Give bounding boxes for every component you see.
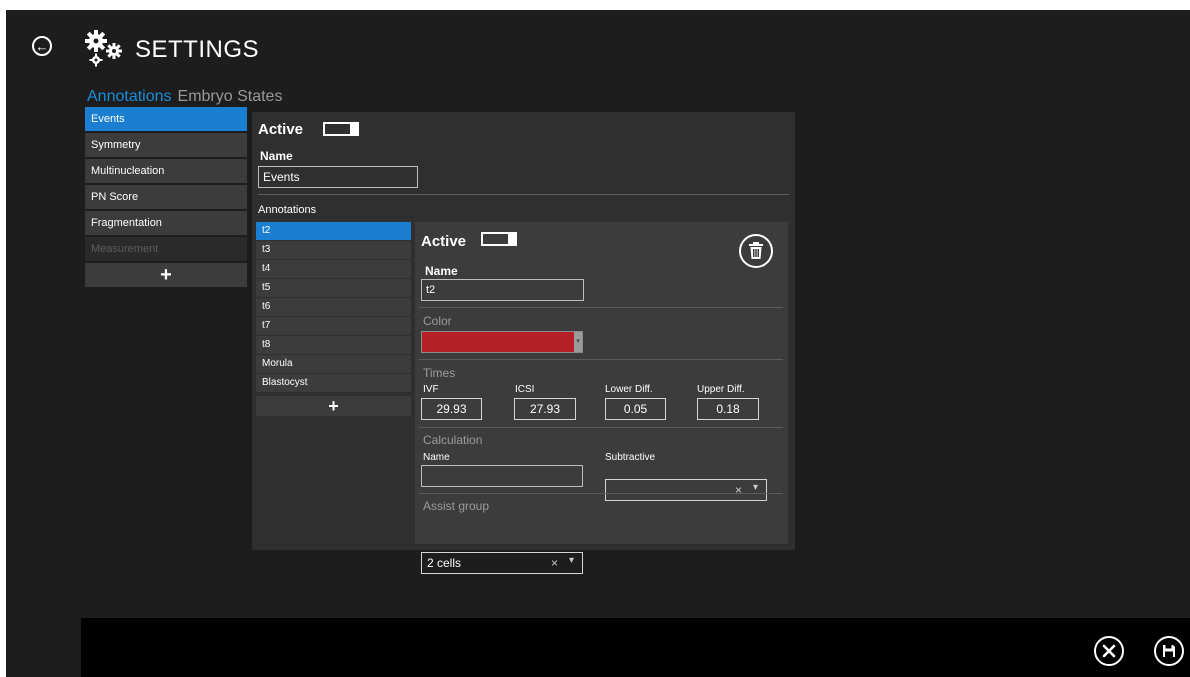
list-item[interactable]: t5 <box>256 279 411 297</box>
divider <box>258 194 789 195</box>
annotation-detail-panel: Active Name t2 Color ▾ Times IVF 29.93 I… <box>415 222 788 574</box>
main-panel: Active Name Events Annotations t2 t3 t4 … <box>252 112 795 574</box>
floppy-disk-icon <box>1163 645 1175 657</box>
times-label: Times <box>423 366 456 380</box>
sidebar-item-pn-score[interactable]: PN Score <box>85 185 247 209</box>
icsi-field[interactable]: 27.93 <box>514 398 576 420</box>
sidebar: Events Symmetry Multinucleation PN Score… <box>85 107 247 287</box>
chevron-down-icon[interactable]: ▾ <box>753 478 758 498</box>
lower-diff-label: Lower Diff. <box>605 384 653 395</box>
sidebar-item-events[interactable]: Events <box>85 107 247 131</box>
ivf-label: IVF <box>423 384 439 395</box>
close-icon <box>1102 644 1116 658</box>
settings-window: ← SETTINGS Annotations Embryo States Eve… <box>6 10 1190 677</box>
assist-group-value: 2 cells <box>427 556 462 570</box>
trash-icon <box>749 242 763 259</box>
name-field[interactable]: Events <box>258 166 418 188</box>
save-button[interactable] <box>1154 636 1184 666</box>
sidebar-item-symmetry[interactable]: Symmetry <box>85 133 247 157</box>
divider <box>419 359 783 360</box>
list-item[interactable]: t3 <box>256 241 411 259</box>
back-button[interactable]: ← <box>32 36 52 56</box>
tab-embryo-states[interactable]: Embryo States <box>178 88 283 106</box>
arrow-left-icon: ← <box>35 38 49 54</box>
ivf-field[interactable]: 29.93 <box>421 398 482 420</box>
clear-icon[interactable]: × <box>551 553 558 573</box>
calculation-label: Calculation <box>423 433 483 447</box>
bottom-app-bar <box>81 618 1190 677</box>
annotations-label: Annotations <box>258 204 317 216</box>
calc-name-field[interactable] <box>421 465 583 487</box>
color-picker[interactable]: ▾ <box>421 331 583 353</box>
detail-name-label: Name <box>425 264 458 278</box>
sidebar-item-multinucleation[interactable]: Multinucleation <box>85 159 247 183</box>
subtractive-dropdown[interactable]: × ▾ <box>605 479 767 501</box>
list-item[interactable]: t7 <box>256 317 411 335</box>
detail-name-field[interactable]: t2 <box>421 279 584 301</box>
upper-diff-field[interactable]: 0.18 <box>697 398 759 420</box>
list-item[interactable]: t6 <box>256 298 411 316</box>
chevron-down-icon[interactable]: ▾ <box>569 551 574 571</box>
chevron-down-icon: ▾ <box>574 332 582 352</box>
upper-diff-label: Upper Diff. <box>697 384 745 395</box>
detail-active-label: Active <box>421 233 467 250</box>
active-label: Active <box>258 121 304 138</box>
subtractive-label: Subtractive <box>605 452 656 463</box>
add-category-button[interactable]: + <box>85 263 247 287</box>
icsi-label: ICSI <box>515 384 535 395</box>
add-annotation-button[interactable]: + <box>256 396 411 416</box>
list-item[interactable]: t8 <box>256 336 411 354</box>
assist-group-dropdown[interactable]: 2 cells × ▾ <box>421 552 583 574</box>
cancel-button[interactable] <box>1094 636 1124 666</box>
lower-diff-field[interactable]: 0.05 <box>605 398 666 420</box>
active-toggle[interactable] <box>323 122 359 136</box>
color-label: Color <box>423 314 452 328</box>
tab-annotations[interactable]: Annotations <box>87 88 172 106</box>
sidebar-item-measurement: Measurement <box>85 237 247 261</box>
divider <box>419 493 783 494</box>
list-item[interactable]: Blastocyst <box>256 374 411 392</box>
sidebar-item-fragmentation[interactable]: Fragmentation <box>85 211 247 235</box>
tab-bar: Annotations Embryo States <box>87 88 282 106</box>
page-title: SETTINGS <box>135 36 260 63</box>
annotations-list: t2 t3 t4 t5 t6 t7 t8 Morula Blastocyst + <box>256 222 411 416</box>
calc-name-label: Name <box>423 452 450 463</box>
list-item[interactable]: t2 <box>256 222 411 240</box>
list-item[interactable]: t4 <box>256 260 411 278</box>
delete-annotation-button[interactable] <box>739 234 773 268</box>
list-item[interactable]: Morula <box>256 355 411 373</box>
divider <box>419 427 783 428</box>
detail-active-toggle[interactable] <box>481 232 517 246</box>
name-label: Name <box>260 149 293 163</box>
gears-icon <box>85 30 122 67</box>
clear-icon[interactable]: × <box>735 480 742 500</box>
divider <box>419 307 783 308</box>
assist-group-label: Assist group <box>423 499 490 513</box>
